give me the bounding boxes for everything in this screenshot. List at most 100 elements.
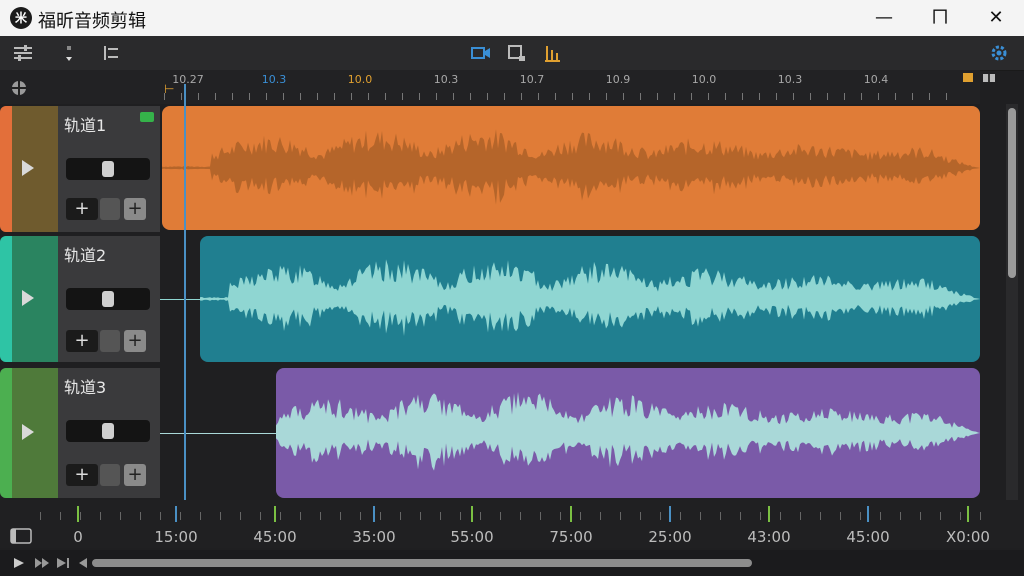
track-panel: 轨道2 + + (58, 236, 160, 362)
timeline-minor-tick (760, 512, 761, 520)
ruler-tick (708, 93, 709, 100)
crop-icon[interactable] (506, 43, 528, 63)
scrollbar-thumb[interactable] (1008, 108, 1016, 278)
ruler-tick (555, 93, 556, 100)
flag-icon[interactable] (962, 72, 974, 84)
gear-icon[interactable] (988, 43, 1010, 63)
timeline-major-tick (669, 506, 671, 522)
timeline-minor-tick (600, 512, 601, 520)
track-name: 轨道1 (64, 116, 107, 135)
close-button[interactable]: ✕ (976, 4, 1016, 32)
volume-knob[interactable] (102, 291, 114, 307)
volume-slider[interactable] (66, 288, 150, 310)
add-effect-button[interactable]: + (124, 464, 146, 486)
time-ruler[interactable]: 10.27 10.3 10.0 10.3 10.7 10.9 10.0 10.3 10.4 (160, 70, 980, 104)
window-icon[interactable] (10, 528, 32, 544)
track-header: 轨道1 + + (0, 106, 160, 232)
ruler-label: 10.9 (605, 73, 631, 86)
timeline-minor-tick (620, 512, 621, 520)
volume-knob[interactable] (102, 423, 114, 439)
play-icon[interactable] (12, 557, 26, 569)
timeline-minor-tick (420, 512, 421, 520)
ruler-tick (521, 93, 522, 100)
timeline-label: 25:00 (648, 528, 692, 546)
play-icon[interactable] (22, 290, 34, 306)
ruler-tick (215, 93, 216, 100)
audio-clip-2[interactable] (200, 236, 980, 362)
ruler-tick (725, 93, 726, 100)
playhead-marker-icon[interactable]: ⊢ (164, 82, 174, 96)
vertical-scrollbar[interactable] (1006, 104, 1018, 504)
ruler-tick (181, 93, 182, 100)
ruler-tick (402, 93, 403, 100)
play-icon[interactable] (22, 424, 34, 440)
timeline-major-tick (768, 506, 770, 522)
timeline-label: 43:00 (747, 528, 791, 546)
timeline-minor-tick (720, 512, 721, 520)
track-corner (0, 70, 160, 104)
track-toggle[interactable] (100, 464, 120, 486)
track-side (12, 368, 58, 498)
ruler-label: 10.0 (691, 73, 717, 86)
audio-clip-3[interactable] (276, 368, 980, 498)
timeline-major-tick (471, 506, 473, 522)
timeline-minor-tick (580, 512, 581, 520)
ruler-tick (436, 93, 437, 100)
bars-icon[interactable] (542, 43, 564, 63)
ruler-tick (249, 93, 250, 100)
maximize-button[interactable]: ㄇ (920, 4, 960, 32)
track-toggle[interactable] (100, 198, 120, 220)
skip-back-icon[interactable] (34, 557, 50, 569)
ruler-tick (946, 93, 947, 100)
grid-icon[interactable] (10, 79, 28, 97)
track-color-stripe (0, 106, 12, 232)
timeline-minor-tick (700, 512, 701, 520)
ruler-tick (844, 93, 845, 100)
track-panel: 轨道3 + + (58, 368, 160, 498)
add-button[interactable]: + (66, 198, 98, 220)
timeline-minor-tick (460, 512, 461, 520)
ruler-tick (368, 93, 369, 100)
timeline-minor-tick (240, 512, 241, 520)
timeline-minor-tick (200, 512, 201, 520)
snap-icon[interactable] (982, 72, 996, 84)
add-button[interactable]: + (66, 330, 98, 352)
ruler-tick (487, 93, 488, 100)
bottom-timeline[interactable]: 0 15:00 45:00 35:00 55:00 75:00 25:00 43:00 45:0… (0, 500, 1024, 548)
rewind-icon[interactable] (76, 557, 88, 569)
track-3-lead-line (160, 433, 276, 434)
timeline-minor-tick (920, 512, 921, 520)
playhead[interactable] (184, 84, 186, 524)
timeline-minor-tick (60, 512, 61, 520)
camera-icon[interactable] (470, 43, 492, 63)
ruler-tick (623, 93, 624, 100)
timeline-major-tick (867, 506, 869, 522)
timeline-minor-tick (280, 512, 281, 520)
track-toggle[interactable] (100, 330, 120, 352)
settings-icon[interactable] (12, 43, 34, 63)
play-icon[interactable] (22, 160, 34, 176)
add-effect-button[interactable]: + (124, 330, 146, 352)
volume-knob[interactable] (102, 161, 114, 177)
volume-slider[interactable] (66, 420, 150, 442)
track-2-lead-line (160, 299, 200, 300)
swap-icon[interactable] (100, 43, 122, 63)
minimize-button[interactable]: — (864, 4, 904, 32)
timeline-major-tick (175, 506, 177, 522)
ruler-tick (334, 93, 335, 100)
ruler-tick (419, 93, 420, 100)
timeline-minor-tick (260, 512, 261, 520)
add-effect-button[interactable]: + (124, 198, 146, 220)
horizontal-scrollbar[interactable] (92, 559, 752, 567)
ruler-label: 10.3 (777, 73, 803, 86)
ruler-tick (300, 93, 301, 100)
marker-icon[interactable] (58, 43, 80, 63)
timeline-minor-tick (40, 512, 41, 520)
audio-clip-1[interactable] (162, 106, 980, 230)
ruler-tick (606, 93, 607, 100)
add-button[interactable]: + (66, 464, 98, 486)
ruler-tick (929, 93, 930, 100)
skip-forward-icon[interactable] (56, 557, 72, 569)
volume-slider[interactable] (66, 158, 150, 180)
app-title: 福昕音频剪辑 (38, 11, 146, 32)
